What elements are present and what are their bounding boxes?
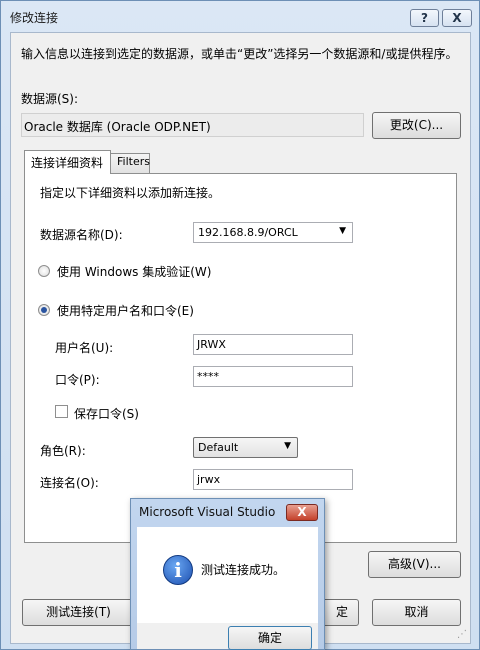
change-button[interactable]: 更改(C)... <box>372 112 461 139</box>
details-hint: 指定以下详细资料以添加新连接。 <box>40 186 221 200</box>
tab-filters[interactable]: Filters <box>110 153 150 173</box>
specific-user-radio[interactable] <box>38 304 50 316</box>
specific-user-label: 使用特定用户名和口令(E) <box>57 304 194 318</box>
data-source-display: Oracle 数据库 (Oracle ODP.NET) <box>21 113 364 137</box>
chevron-down-icon: ▼ <box>284 441 291 451</box>
test-connection-button[interactable]: 测试连接(T) <box>22 599 135 626</box>
message-box: Microsoft Visual Studio X i 测试连接成功。 确定 <box>130 498 325 650</box>
password-label: 口令(P): <box>55 373 100 387</box>
info-icon: i <box>163 555 193 585</box>
resize-grip-icon[interactable]: ⋰ <box>457 629 467 640</box>
message-box-footer: 确定 <box>137 623 318 650</box>
connection-details-panel: 指定以下详细资料以添加新连接。 数据源名称(D): 192.168.8.9/OR… <box>24 173 457 543</box>
message-box-body: i 测试连接成功。 <box>137 527 318 623</box>
chevron-down-icon: ▼ <box>339 226 346 236</box>
save-password-checkbox[interactable] <box>55 405 68 418</box>
connection-name-input[interactable]: jrwx <box>193 469 353 490</box>
username-label: 用户名(U): <box>55 341 114 355</box>
windows-auth-radio[interactable] <box>38 265 50 277</box>
window-title: 修改连接 <box>10 11 59 25</box>
save-password-label: 保存口令(S) <box>74 407 139 421</box>
message-box-title: Microsoft Visual Studio <box>139 505 276 519</box>
tab-connection-details[interactable]: 连接详细资料 <box>24 150 111 174</box>
password-input[interactable]: **** <box>193 366 353 387</box>
message-text: 测试连接成功。 <box>201 563 286 577</box>
windows-auth-label: 使用 Windows 集成验证(W) <box>57 265 212 279</box>
data-source-name-combo[interactable]: 192.168.8.9/ORCL ▼ <box>193 222 353 243</box>
message-box-close-button[interactable]: X <box>286 504 318 521</box>
close-button[interactable]: X <box>442 9 472 27</box>
help-button[interactable]: ? <box>410 9 439 27</box>
connection-name-label: 连接名(O): <box>40 476 99 490</box>
title-bar[interactable]: 修改连接 ? X <box>1 1 479 31</box>
data-source-name-label: 数据源名称(D): <box>40 228 123 242</box>
role-label: 角色(R): <box>40 444 86 458</box>
data-source-label: 数据源(S): <box>21 92 79 106</box>
data-source-name-value: 192.168.8.9/ORCL <box>198 226 298 239</box>
role-combo[interactable]: Default ▼ <box>193 437 298 458</box>
advanced-button[interactable]: 高级(V)... <box>368 551 461 578</box>
cancel-button[interactable]: 取消 <box>372 599 461 626</box>
role-value: Default <box>198 441 239 454</box>
message-ok-button[interactable]: 确定 <box>228 626 312 650</box>
dialog-description: 输入信息以连接到选定的数据源，或单击“更改”选择另一个数据源和/或提供程序。 <box>21 47 458 61</box>
username-input[interactable]: JRWX <box>193 334 353 355</box>
